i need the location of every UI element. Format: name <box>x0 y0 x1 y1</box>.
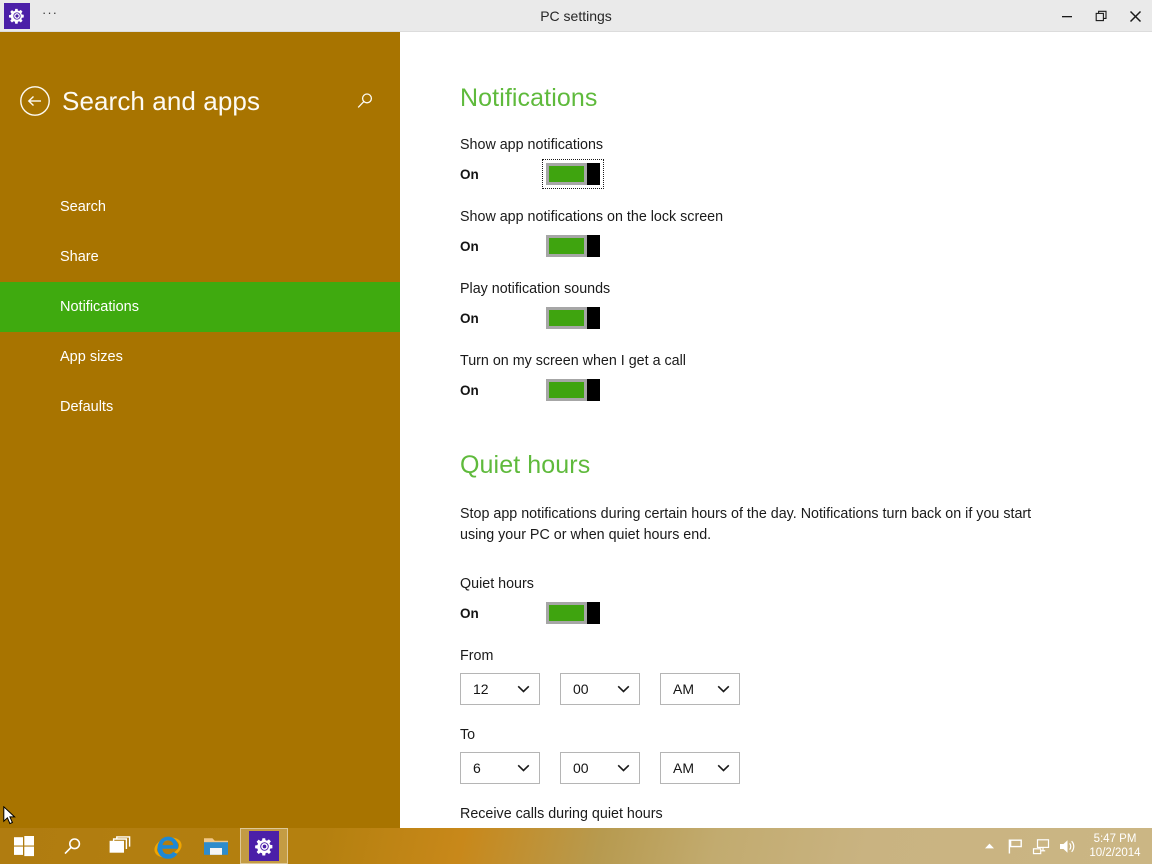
quiet-hours-description: Stop app notifications during certain ho… <box>460 506 1032 543</box>
toggle-track <box>546 235 587 257</box>
window-controls <box>1050 0 1152 32</box>
toggle-show-app-notifications[interactable] <box>542 159 604 189</box>
clock[interactable]: 5:47 PM 10/2/2014 <box>1080 832 1146 860</box>
internet-explorer-button[interactable] <box>144 828 192 864</box>
quiet-hours-heading: Quiet hours <box>460 451 591 479</box>
from-hour-value: 12 <box>473 681 489 697</box>
network-icon[interactable] <box>1028 828 1054 864</box>
sidebar-item-label: Notifications <box>60 299 139 315</box>
chevron-down-icon <box>617 685 630 694</box>
sidebar-header: Search and apps <box>0 78 400 124</box>
sidebar-item-search[interactable]: Search <box>0 182 400 232</box>
gear-icon[interactable] <box>4 3 30 29</box>
setting-label: Show app notifications <box>460 137 604 153</box>
setting-label: Turn on my screen when I get a call <box>460 353 686 369</box>
from-meridiem-select[interactable]: AM <box>660 673 740 705</box>
title-bar: ··· PC settings <box>0 0 1152 32</box>
toggle-thumb <box>587 163 600 185</box>
sidebar-item-label: Defaults <box>60 399 114 415</box>
setting-label: Receive calls during quiet hours <box>460 806 663 822</box>
to-label: To <box>460 727 476 743</box>
from-hour-select[interactable]: 12 <box>460 673 540 705</box>
chevron-down-icon <box>717 764 730 773</box>
sidebar-nav: Search Share Notifications App sizes Def… <box>0 182 400 432</box>
chevron-down-icon <box>517 685 530 694</box>
to-meridiem-value: AM <box>673 760 694 776</box>
settings-content: Notifications Show app notifications On … <box>400 32 1152 828</box>
notifications-heading: Notifications <box>460 84 598 112</box>
setting-receive-calls: Receive calls during quiet hours On <box>460 806 1152 828</box>
from-label: From <box>460 648 494 664</box>
file-explorer-button[interactable] <box>192 828 240 864</box>
system-tray: 5:47 PM 10/2/2014 <box>976 828 1152 864</box>
minimize-button[interactable] <box>1050 0 1084 32</box>
sidebar-item-label: Search <box>60 199 106 215</box>
to-minute-value: 00 <box>573 760 589 776</box>
start-button[interactable] <box>0 828 48 864</box>
toggle-track <box>546 163 587 185</box>
from-minute-value: 00 <box>573 681 589 697</box>
restore-button[interactable] <box>1084 0 1118 32</box>
chevron-down-icon <box>717 685 730 694</box>
search-taskbar-button[interactable] <box>48 828 96 864</box>
toggle-track <box>546 602 587 624</box>
setting-lock-screen-notifications: Show app notifications on the lock scree… <box>460 209 1152 257</box>
setting-notification-sounds: Play notification sounds On <box>460 281 1152 329</box>
clock-time: 5:47 PM <box>1093 833 1137 845</box>
toggle-state-label: On <box>460 382 479 398</box>
flag-icon[interactable] <box>1002 828 1028 864</box>
chevron-down-icon <box>517 764 530 773</box>
to-hour-value: 6 <box>473 760 481 776</box>
back-arrow-circle-icon[interactable] <box>18 84 52 118</box>
pc-settings-button[interactable] <box>240 828 288 864</box>
gear-icon <box>249 831 279 861</box>
overflow-menu-button[interactable]: ··· <box>36 0 64 32</box>
close-button[interactable] <box>1118 0 1152 32</box>
speaker-icon[interactable] <box>1054 828 1080 864</box>
search-icon[interactable] <box>346 82 384 120</box>
to-meridiem-select[interactable]: AM <box>660 752 740 784</box>
toggle-thumb <box>587 602 600 624</box>
from-time-row: 12 00 AM <box>460 673 1152 705</box>
from-meridiem-value: AM <box>673 681 694 697</box>
sidebar-item-share[interactable]: Share <box>0 232 400 282</box>
task-view-button[interactable] <box>96 828 144 864</box>
to-minute-select[interactable]: 00 <box>560 752 640 784</box>
toggle-screen-on-call[interactable] <box>546 379 600 401</box>
pc-settings-window: ··· PC settings Search and apps Search S… <box>0 0 1152 864</box>
toggle-thumb <box>587 379 600 401</box>
window-title: PC settings <box>540 8 612 24</box>
taskbar: 5:47 PM 10/2/2014 <box>0 828 1152 864</box>
to-hour-select[interactable]: 6 <box>460 752 540 784</box>
chevron-down-icon <box>617 764 630 773</box>
toggle-thumb <box>587 235 600 257</box>
sidebar: Search and apps Search Share Notificatio… <box>0 32 400 828</box>
toggle-quiet-hours[interactable] <box>546 602 600 624</box>
toggle-thumb <box>587 307 600 329</box>
chevron-up-icon[interactable] <box>976 828 1002 864</box>
sidebar-item-app-sizes[interactable]: App sizes <box>0 332 400 382</box>
setting-label: Show app notifications on the lock scree… <box>460 209 724 225</box>
setting-label: Play notification sounds <box>460 281 611 297</box>
setting-screen-on-call: Turn on my screen when I get a call On <box>460 353 1152 401</box>
toggle-lock-screen-notifications[interactable] <box>546 235 600 257</box>
setting-label: Quiet hours <box>460 576 534 592</box>
toggle-track <box>546 307 587 329</box>
toggle-track <box>546 379 587 401</box>
toggle-state-label: On <box>460 166 479 182</box>
sidebar-item-label: Share <box>60 249 99 265</box>
sidebar-item-notifications[interactable]: Notifications <box>0 282 400 332</box>
toggle-state-label: On <box>460 310 479 326</box>
toggle-notification-sounds[interactable] <box>546 307 600 329</box>
to-time-row: 6 00 AM <box>460 752 1152 784</box>
setting-quiet-hours: Quiet hours On <box>460 576 1152 624</box>
page-title: Search and apps <box>62 85 261 116</box>
sidebar-item-label: App sizes <box>60 349 123 365</box>
toggle-state-label: On <box>460 238 479 254</box>
clock-date: 10/2/2014 <box>1089 847 1141 859</box>
toggle-state-label: On <box>460 605 479 621</box>
setting-show-app-notifications: Show app notifications On <box>460 137 1152 189</box>
sidebar-item-defaults[interactable]: Defaults <box>0 382 400 432</box>
from-minute-select[interactable]: 00 <box>560 673 640 705</box>
